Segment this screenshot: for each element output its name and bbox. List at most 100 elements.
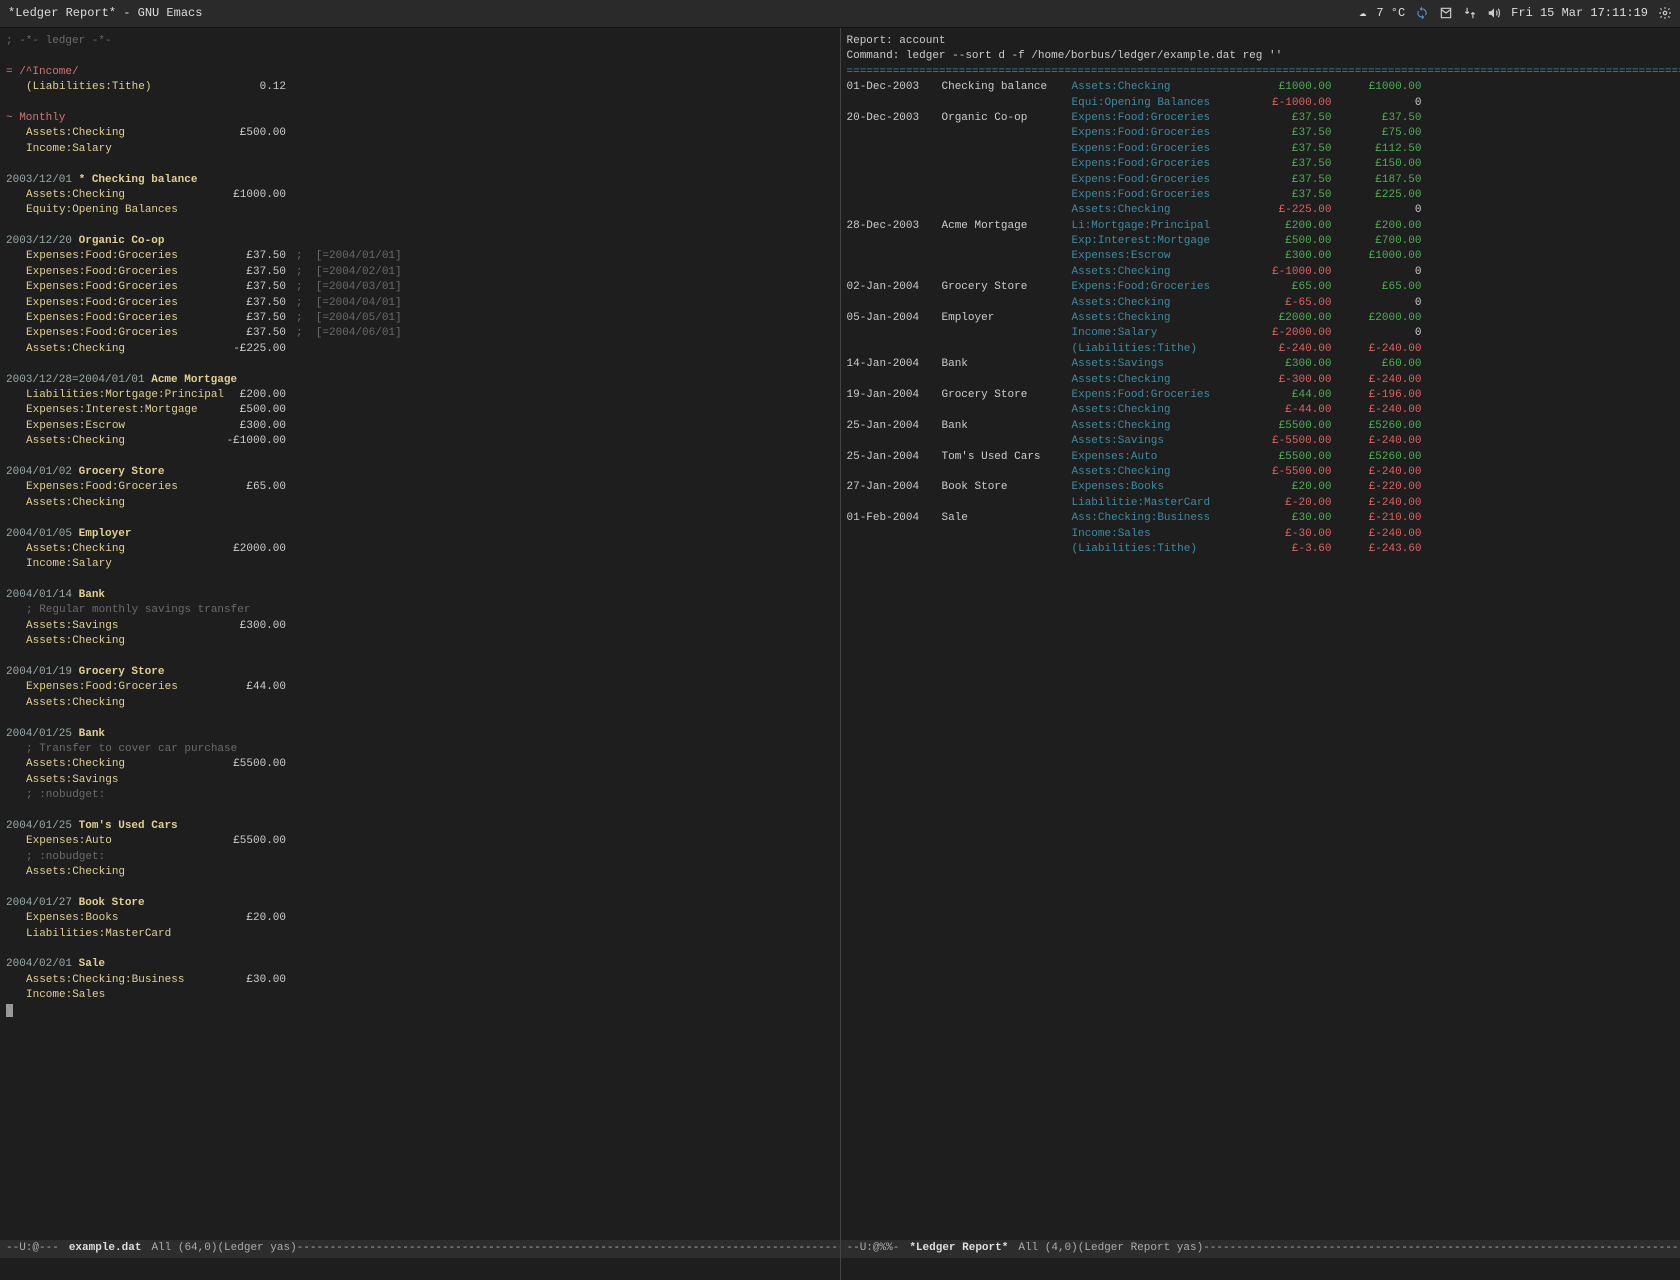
report-balance: £-240.00 — [1332, 434, 1422, 449]
mail-icon[interactable] — [1439, 6, 1453, 20]
report-payee: Grocery Store — [942, 388, 1072, 403]
posting-amount: £37.50 — [206, 311, 286, 326]
report-account: Expens:Food:Groceries — [1072, 280, 1242, 295]
report-date — [847, 403, 942, 418]
posting-account: Expenses:Interest:Mortgage — [6, 403, 206, 418]
report-amount: £300.00 — [1242, 249, 1332, 264]
report-date — [847, 496, 942, 511]
report-account: Expens:Food:Groceries — [1072, 126, 1242, 141]
posting-amount: £65.00 — [206, 480, 286, 495]
posting-amount: £30.00 — [206, 973, 286, 988]
report-payee — [942, 296, 1072, 311]
report-balance: £150.00 — [1332, 157, 1422, 172]
clock: Fri 15 Mar 17:11:19 — [1511, 5, 1648, 22]
modeline-flags: --U:@%%- — [847, 1241, 900, 1256]
posting-note — [286, 480, 296, 495]
posting-amount — [206, 927, 286, 942]
report-balance: £700.00 — [1332, 234, 1422, 249]
transaction-header: 2004/02/01 Sale — [6, 952, 105, 970]
volume-icon[interactable] — [1487, 6, 1501, 20]
report-amount: £-240.00 — [1242, 342, 1332, 357]
posting-amount: £37.50 — [206, 326, 286, 341]
posting-amount: £200.00 — [206, 388, 286, 403]
report-payee — [942, 373, 1072, 388]
report-balance: £37.50 — [1332, 111, 1422, 126]
report-row: 02-Jan-2004Grocery StoreExpens:Food:Groc… — [847, 280, 1675, 295]
report-payee — [942, 496, 1072, 511]
report-amount: £-5500.00 — [1242, 434, 1332, 449]
network-icon[interactable] — [1463, 6, 1477, 20]
report-row: Exp:Interest:Mortgage£500.00£700.00 — [847, 234, 1675, 249]
posting-note — [286, 973, 296, 988]
modeline-buffer: example.dat — [69, 1241, 142, 1256]
editor-pane[interactable]: ; -*- ledger -*- = /^Income/(Liabilities… — [0, 28, 840, 1280]
report-amount: £30.00 — [1242, 511, 1332, 526]
report-account: Li:Mortgage:Principal — [1072, 219, 1242, 234]
transaction-header: 2004/01/14 Bank — [6, 583, 105, 601]
report-date — [847, 157, 942, 172]
window-title: *Ledger Report* - GNU Emacs — [8, 5, 1359, 22]
posting-account: Expenses:Food:Groceries — [6, 265, 206, 280]
report-account: Assets:Checking — [1072, 265, 1242, 280]
report-payee — [942, 326, 1072, 341]
posting-note: ; [=2004/03/01] — [286, 280, 402, 295]
report-balance: £200.00 — [1332, 219, 1422, 234]
posting-account: Assets:Checking — [6, 542, 206, 557]
report-account: Expens:Food:Groceries — [1072, 188, 1242, 203]
report-amount: £-20.00 — [1242, 496, 1332, 511]
report-row: Assets:Savings£-5500.00£-240.00 — [847, 434, 1675, 449]
report-date: 20-Dec-2003 — [847, 111, 942, 126]
posting-note — [286, 342, 296, 357]
transaction-note: ; Regular monthly savings transfer — [6, 604, 250, 616]
posting-note — [286, 834, 296, 849]
report-row: Liabilitie:MasterCard£-20.00£-240.00 — [847, 496, 1675, 511]
posting-note — [286, 188, 296, 203]
posting-note — [286, 927, 296, 942]
report-account: Exp:Interest:Mortgage — [1072, 234, 1242, 249]
report-balance: £225.00 — [1332, 188, 1422, 203]
report-balance: £2000.00 — [1332, 311, 1422, 326]
report-payee: Acme Mortgage — [942, 219, 1072, 234]
report-payee — [942, 96, 1072, 111]
posting-account: Assets:Checking — [6, 865, 206, 880]
transaction-header: 2004/01/27 Book Store — [6, 891, 145, 909]
posting-account: Expenses:Food:Groceries — [6, 326, 206, 341]
report-payee — [942, 188, 1072, 203]
report-payee — [942, 126, 1072, 141]
posting-note — [286, 388, 296, 403]
posting-account: Liabilities:Mortgage:Principal — [6, 388, 206, 403]
report-payee — [942, 173, 1072, 188]
refresh-icon[interactable] — [1415, 6, 1429, 20]
report-amount: £-1000.00 — [1242, 265, 1332, 280]
report-account: Assets:Checking — [1072, 403, 1242, 418]
report-payee: Bank — [942, 357, 1072, 372]
report-row: Expens:Food:Groceries£37.50£150.00 — [847, 157, 1675, 172]
report-balance: £75.00 — [1332, 126, 1422, 141]
report-date — [847, 326, 942, 341]
report-account: Expenses:Escrow — [1072, 249, 1242, 264]
report-row: 19-Jan-2004Grocery StoreExpens:Food:Groc… — [847, 388, 1675, 403]
posting-account: Income:Salary — [6, 557, 206, 572]
report-account: Assets:Savings — [1072, 357, 1242, 372]
modeline-buffer: *Ledger Report* — [909, 1241, 1008, 1256]
report-pane[interactable]: Report: account Command: ledger --sort d… — [840, 28, 1680, 1280]
posting-account: Assets:Checking — [6, 342, 206, 357]
posting-account: Expenses:Food:Groceries — [6, 311, 206, 326]
report-account: Assets:Checking — [1072, 419, 1242, 434]
report-amount: £-44.00 — [1242, 403, 1332, 418]
report-payee — [942, 465, 1072, 480]
posting-amount: £5500.00 — [206, 757, 286, 772]
report-row: Assets:Checking£-65.000 — [847, 296, 1675, 311]
report-divider: ========================================… — [847, 65, 1675, 80]
report-balance: £-240.00 — [1332, 342, 1422, 357]
report-account: Assets:Checking — [1072, 373, 1242, 388]
report-title: Report: account — [847, 34, 1675, 49]
gear-icon[interactable] — [1658, 6, 1672, 20]
posting-account: Expenses:Food:Groceries — [6, 296, 206, 311]
report-payee — [942, 542, 1072, 557]
report-date — [847, 142, 942, 157]
report-balance: £-210.00 — [1332, 511, 1422, 526]
posting-account: Assets:Checking — [6, 188, 206, 203]
report-payee — [942, 203, 1072, 218]
report-balance: £-196.00 — [1332, 388, 1422, 403]
